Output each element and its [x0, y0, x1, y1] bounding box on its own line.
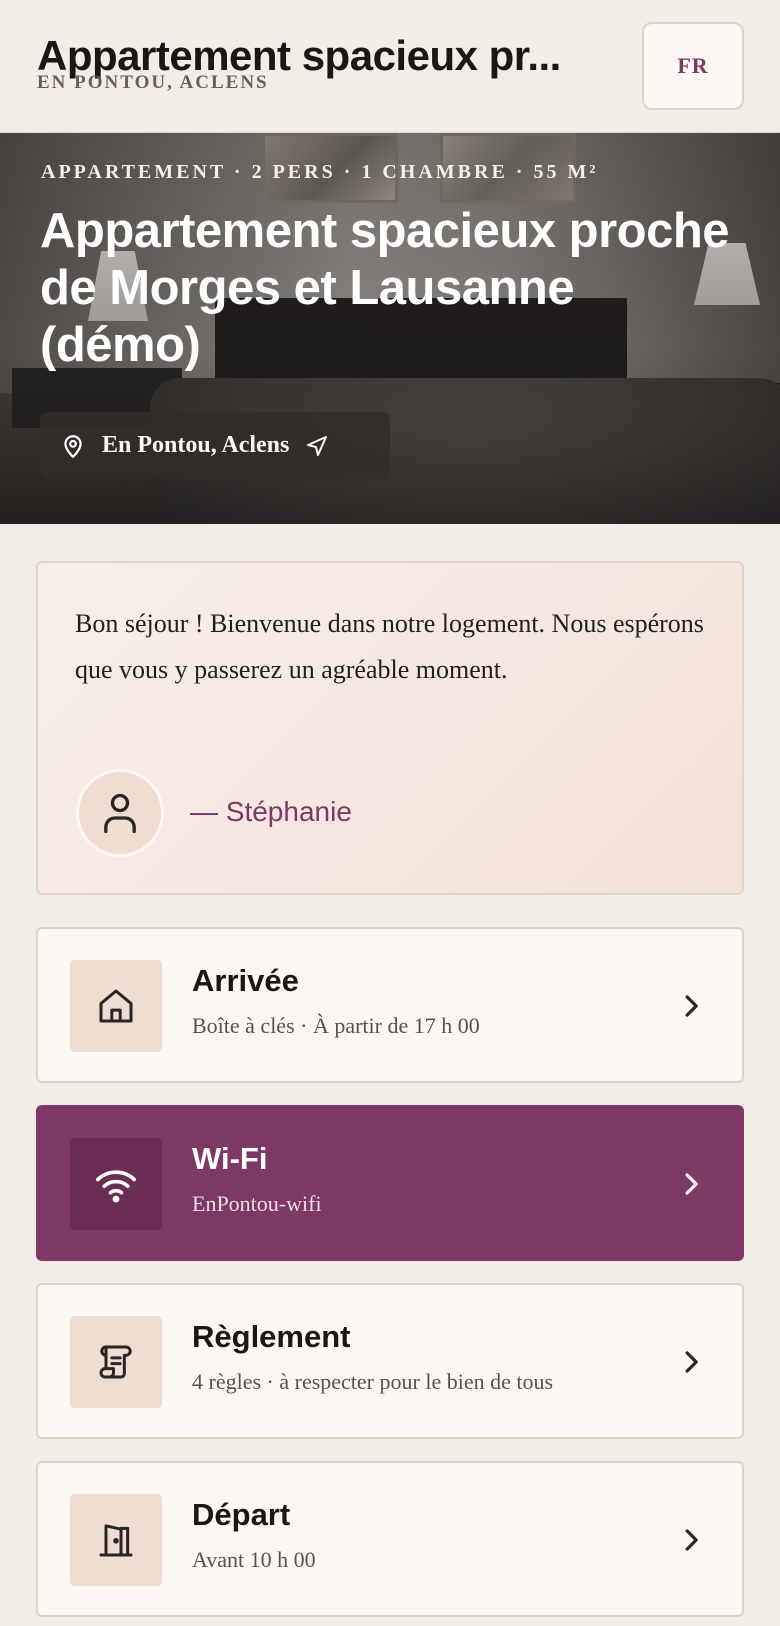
door-icon [99, 1524, 133, 1557]
navigation-arrow-icon [307, 435, 328, 456]
welcome-card: Bon séjour ! Bienvenue dans notre logeme… [36, 561, 744, 895]
chevron-right-icon [685, 1529, 698, 1551]
chevron-right-icon [685, 1173, 698, 1195]
departure-card[interactable]: Départ Avant 10 h 00 [36, 1461, 744, 1617]
chevron-right-icon [685, 1351, 698, 1373]
user-icon [104, 793, 136, 833]
welcome-message: Bon séjour ! Bienvenue dans notre logeme… [75, 609, 704, 684]
app-header: Appartement spacieux pr... EN PONTOU, AC… [0, 0, 780, 133]
hero-banner: APPARTEMENT · 2 PERS · 1 CHAMBRE · 55 M²… [0, 133, 780, 524]
location-label: En Pontou, Aclens [102, 432, 290, 458]
property-meta: APPARTEMENT · 2 PERS · 1 CHAMBRE · 55 M² [41, 161, 599, 183]
page-subtitle: EN PONTOU, ACLENS [37, 72, 269, 93]
property-title: Appartement spacieux proche de Morges et… [40, 204, 730, 372]
host-avatar [76, 769, 164, 857]
departure-subtitle: Avant 10 h 00 [192, 1547, 316, 1572]
language-button[interactable]: FR [642, 22, 744, 110]
arrival-title: Arrivée [192, 963, 299, 998]
map-pin-icon [64, 434, 82, 458]
wifi-icon [96, 1170, 136, 1203]
departure-icon-tile [70, 1494, 162, 1586]
arrival-icon-tile [70, 960, 162, 1052]
wifi-title: Wi-Fi [192, 1141, 268, 1176]
arrival-card[interactable]: Arrivée Boîte à clés · À partir de 17 h … [36, 927, 744, 1083]
rules-title: Règlement [192, 1319, 351, 1354]
rules-subtitle: 4 règles · à respecter pour le bien de t… [192, 1369, 554, 1394]
wifi-card[interactable]: Wi-Fi EnPontou-wifi [36, 1105, 744, 1261]
home-icon [99, 989, 133, 1023]
chevron-right-icon [685, 995, 698, 1017]
host-signature: — Stéphanie [190, 796, 352, 827]
location-chip[interactable]: En Pontou, Aclens [40, 412, 390, 479]
arrival-subtitle: Boîte à clés · À partir de 17 h 00 [192, 1013, 480, 1038]
scroll-icon [99, 1345, 132, 1379]
departure-title: Départ [192, 1497, 291, 1532]
rules-icon-tile [70, 1316, 162, 1408]
rules-card[interactable]: Règlement 4 règles · à respecter pour le… [36, 1283, 744, 1439]
wifi-icon-tile [70, 1138, 162, 1230]
wifi-subtitle: EnPontou-wifi [192, 1191, 322, 1216]
